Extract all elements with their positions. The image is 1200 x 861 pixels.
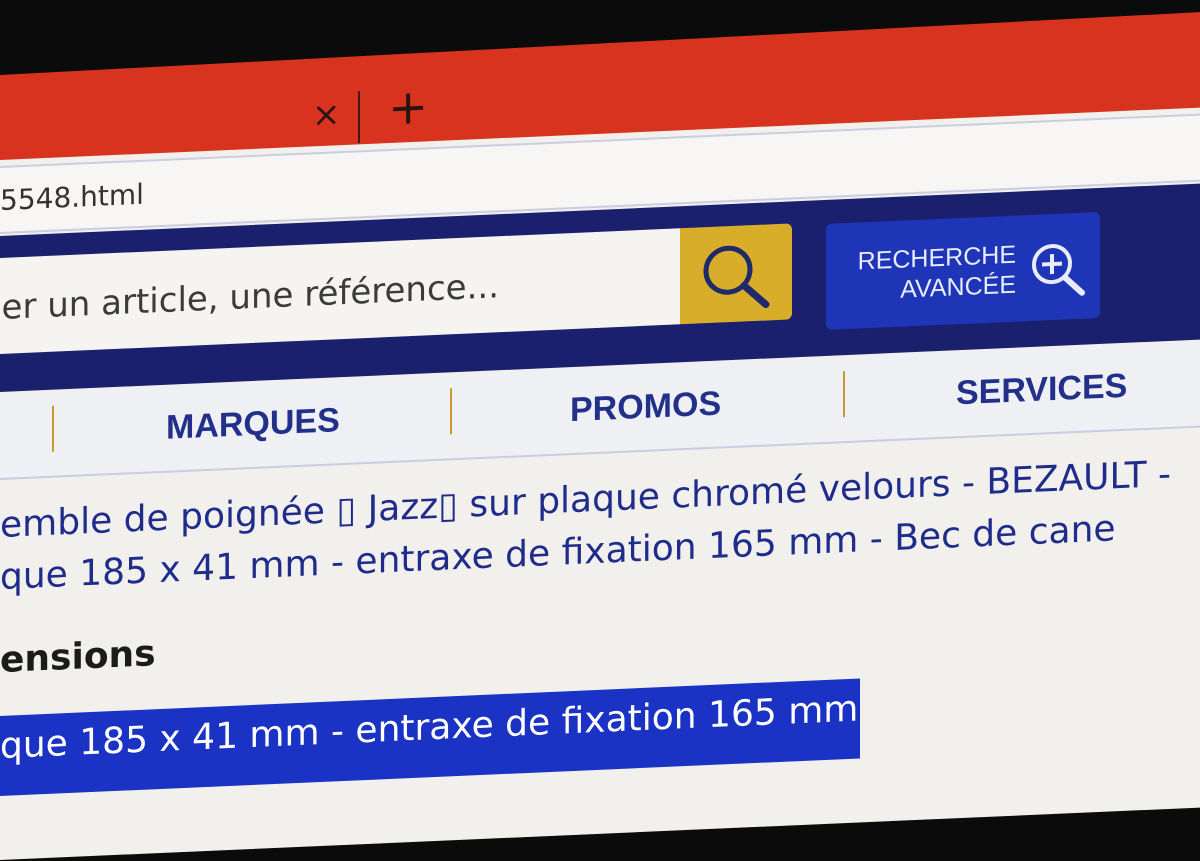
search-placeholder: her un article, une référence...: [0, 266, 500, 329]
nav-item-marques[interactable]: MARQUES: [166, 401, 340, 448]
search-input[interactable]: her un article, une référence...: [0, 228, 680, 355]
nav-divider: [52, 405, 54, 452]
tab-divider: [358, 91, 360, 144]
advanced-search-button[interactable]: RECHERCHE AVANCÉE: [826, 211, 1100, 330]
dimensions-heading: ensions: [0, 633, 156, 681]
web-page: 5548.html her un article, une référence.…: [0, 107, 1200, 860]
nav-item-services[interactable]: SERVICES: [956, 367, 1127, 413]
close-icon[interactable]: ×: [312, 94, 341, 135]
url-text[interactable]: 5548.html: [0, 178, 144, 217]
dimension-option-label: que 185 x 41 mm - entraxe de fixation 16…: [0, 688, 859, 767]
advanced-search-label: RECHERCHE AVANCÉE: [846, 240, 1016, 307]
dimension-option-selected[interactable]: que 185 x 41 mm - entraxe de fixation 16…: [0, 678, 860, 796]
plus-icon[interactable]: +: [388, 79, 428, 137]
magnifier-icon: [703, 245, 770, 309]
search-button[interactable]: [680, 223, 792, 325]
magnifier-plus-icon: [1032, 244, 1085, 296]
nav-divider: [450, 388, 452, 435]
nav-divider: [843, 371, 845, 418]
nav-item-promos[interactable]: PROMOS: [570, 385, 721, 431]
